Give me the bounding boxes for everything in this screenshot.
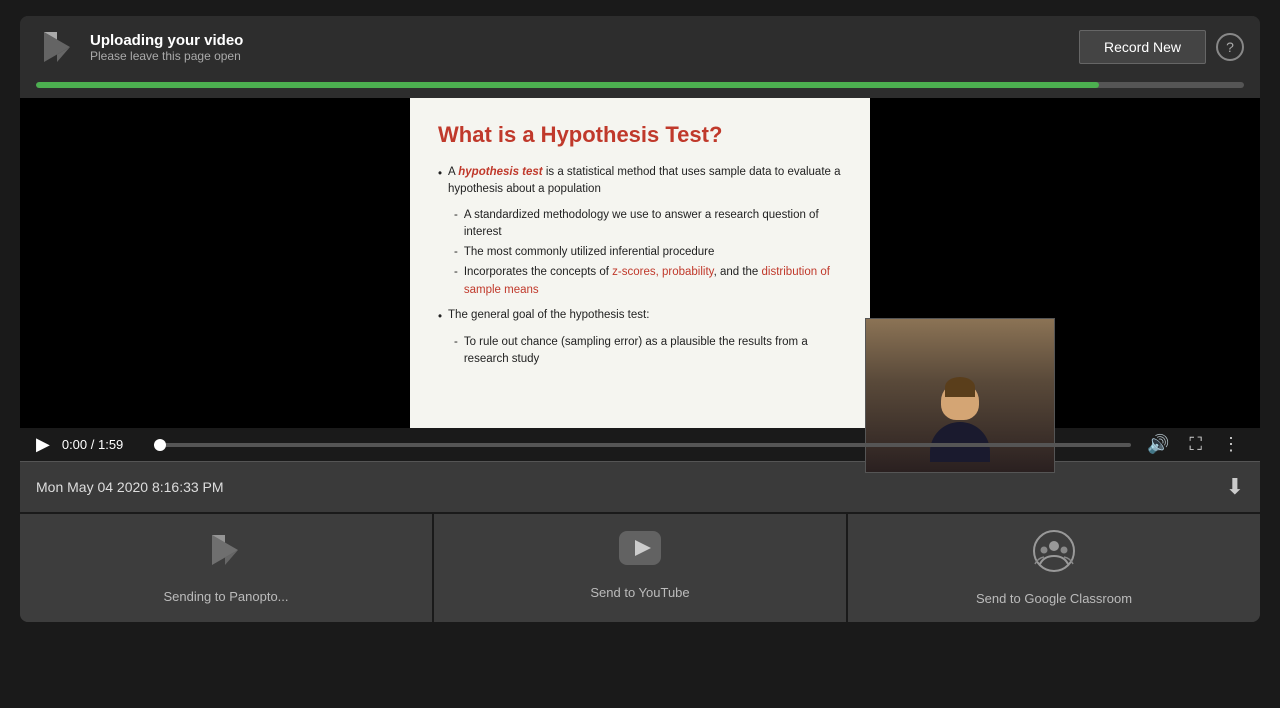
panopto-button[interactable]: Sending to Panopto...	[20, 514, 434, 622]
bullet-1-text: A hypothesis test is a statistical metho…	[448, 164, 842, 199]
youtube-button[interactable]: Send to YouTube	[434, 514, 848, 622]
upload-title: Uploading your video	[90, 32, 243, 49]
help-button[interactable]: ?	[1216, 33, 1244, 61]
person-hair	[945, 377, 975, 397]
fullscreen-icon: ⛶	[1189, 434, 1202, 454]
z-scores-link: z-scores, probability	[612, 266, 713, 278]
slide-title: What is a Hypothesis Test?	[438, 122, 842, 148]
main-bullet-1: • A hypothesis test is a statistical met…	[438, 164, 842, 199]
sub-dot-2: -	[454, 244, 458, 261]
slide-body: • A hypothesis test is a statistical met…	[438, 164, 842, 369]
panopto-svg	[206, 530, 246, 570]
help-icon: ?	[1226, 39, 1234, 55]
sub-list-2: - To rule out chance (sampling error) as…	[454, 334, 842, 369]
sub-list-1: - A standardized methodology we use to a…	[454, 207, 842, 299]
video-area: What is a Hypothesis Test? • A hypothesi…	[20, 98, 1260, 428]
record-new-button[interactable]: Record New	[1079, 30, 1206, 64]
progress-track	[36, 82, 1244, 88]
bullet-2-text: The general goal of the hypothesis test:	[448, 307, 649, 326]
header-text: Uploading your video Please leave this p…	[90, 32, 243, 63]
sub-item-1: - A standardized methodology we use to a…	[454, 207, 842, 242]
time-display: 0:00 / 1:59	[62, 437, 142, 452]
more-options-icon: ⋮	[1222, 434, 1240, 454]
fullscreen-button[interactable]: ⛶	[1185, 434, 1206, 455]
sub-item-3: - Incorporates the concepts of z-scores,…	[454, 264, 842, 299]
person-silhouette	[930, 382, 990, 462]
play-button[interactable]: ▶	[36, 434, 50, 455]
scrubber-dot	[154, 439, 166, 451]
google-classroom-icon	[1033, 530, 1075, 581]
header-left: Uploading your video Please leave this p…	[36, 26, 243, 68]
sub-dot-4: -	[454, 334, 458, 369]
play-icon: ▶	[36, 434, 50, 454]
timestamp-text: Mon May 04 2020 8:16:33 PM	[36, 479, 224, 495]
panopto-label: Sending to Panopto...	[163, 589, 288, 604]
video-controls: ▶ 0:00 / 1:59 🔊 ⛶ ⋮	[20, 428, 1260, 461]
google-classroom-button[interactable]: Send to Google Classroom	[848, 514, 1260, 622]
info-bar: Mon May 04 2020 8:16:33 PM ⬇	[20, 461, 1260, 512]
sub-text-4: To rule out chance (sampling error) as a…	[464, 334, 842, 369]
slide-content: What is a Hypothesis Test? • A hypothesi…	[410, 98, 870, 428]
main-bullet-2: • The general goal of the hypothesis tes…	[438, 307, 842, 326]
more-options-button[interactable]: ⋮	[1218, 434, 1244, 455]
download-icon: ⬇	[1226, 474, 1244, 499]
sub-text-3: Incorporates the concepts of z-scores, p…	[464, 264, 842, 299]
bullet-dot-2: •	[438, 309, 442, 326]
panopto-logo	[36, 26, 78, 68]
sub-dot-1: -	[454, 207, 458, 242]
panopto-share-icon	[206, 530, 246, 579]
bullet-dot-1: •	[438, 166, 442, 199]
sub-text-2: The most commonly utilized inferential p…	[464, 244, 715, 261]
header: Uploading your video Please leave this p…	[20, 16, 1260, 78]
youtube-svg	[618, 530, 662, 566]
progress-fill	[36, 82, 1099, 88]
sub-dot-3: -	[454, 264, 458, 299]
webcam-person	[866, 319, 1054, 472]
google-classroom-svg	[1033, 530, 1075, 572]
progress-bar-container	[20, 78, 1260, 98]
webcam-overlay	[865, 318, 1055, 473]
video-scrubber[interactable]	[154, 443, 1131, 447]
share-row: Sending to Panopto... Send to YouTube	[20, 512, 1260, 622]
italic-term: hypothesis test	[458, 166, 542, 178]
person-head	[941, 382, 979, 420]
upload-subtitle: Please leave this page open	[90, 49, 243, 63]
youtube-icon	[618, 530, 662, 575]
google-classroom-label: Send to Google Classroom	[976, 591, 1132, 606]
youtube-label: Send to YouTube	[590, 585, 689, 600]
volume-button[interactable]: 🔊	[1143, 434, 1173, 455]
header-right: Record New ?	[1079, 30, 1244, 64]
sub-item-2: - The most commonly utilized inferential…	[454, 244, 842, 261]
volume-icon: 🔊	[1147, 434, 1169, 454]
download-button[interactable]: ⬇	[1226, 474, 1244, 500]
sub-item-4: - To rule out chance (sampling error) as…	[454, 334, 842, 369]
sub-text-1: A standardized methodology we use to ans…	[464, 207, 842, 242]
